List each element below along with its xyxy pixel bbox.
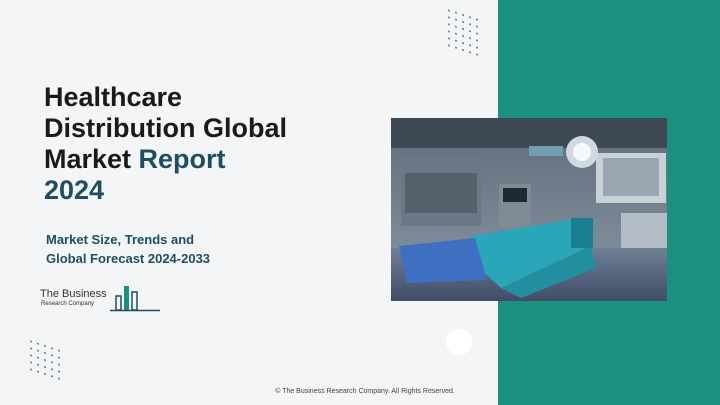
title-line-1: Healthcare [44, 82, 183, 112]
title-line-3-a: Market [44, 144, 139, 174]
dot-pattern-decoration [448, 9, 478, 56]
report-subtitle: Market Size, Trends and Global Forecast … [46, 230, 306, 268]
copyright-footer: © The Business Research Company. All Rig… [275, 388, 455, 395]
report-title: Healthcare Distribution Global Market Re… [44, 82, 364, 206]
white-circle-decoration [446, 329, 472, 355]
title-line-2: Distribution Global [44, 113, 287, 143]
title-line-4: 2024 [44, 175, 105, 205]
company-logo: The Business Research Company [40, 284, 160, 314]
bar-chart-logo-icon [110, 286, 160, 312]
operating-room-photo [391, 118, 667, 301]
logo-text-line-2: Research Company [41, 301, 95, 307]
subtitle-line-1: Market Size, Trends and [46, 232, 195, 247]
title-line-3-b: Report [138, 144, 226, 174]
slide: Healthcare Distribution Global Market Re… [0, 0, 720, 405]
dot-pattern-decoration-bottom [30, 340, 60, 380]
subtitle-line-2: Global Forecast 2024-2033 [46, 251, 211, 266]
logo-text-line-1: The Business [40, 288, 107, 300]
